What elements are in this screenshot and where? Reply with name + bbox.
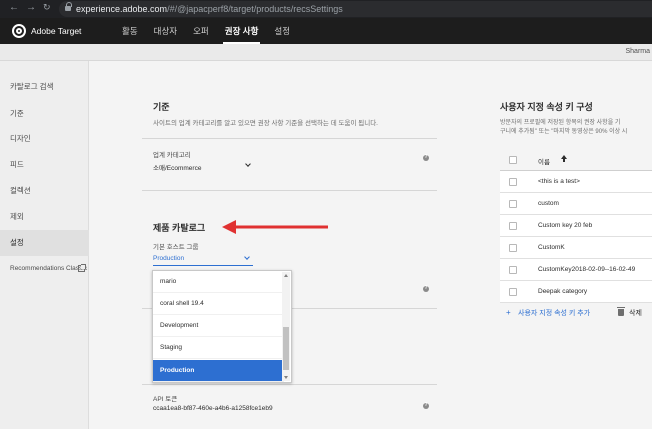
default-host-group-select[interactable]: Production bbox=[153, 255, 184, 262]
sidebar-item-catalog-search[interactable]: 카탈로그 검색 bbox=[0, 75, 89, 99]
sidebar-item-collections[interactable]: 컬렉션 bbox=[0, 179, 89, 203]
external-link-icon bbox=[78, 264, 86, 272]
reload-icon[interactable]: ↻ bbox=[43, 2, 51, 13]
sort-arrow-up-icon[interactable] bbox=[561, 155, 567, 163]
left-sidebar: 카탈로그 검색 기준 디자인 피드 컬렉션 제외 설정 Recommendati… bbox=[0, 61, 89, 429]
column-name-header[interactable]: 이름 bbox=[538, 156, 550, 166]
api-token-label: API 토큰 bbox=[153, 396, 178, 403]
table-row[interactable]: <this is a test> bbox=[500, 171, 652, 193]
url-host: experience.adobe.com bbox=[76, 4, 168, 14]
plus-icon[interactable]: + bbox=[506, 308, 511, 317]
back-arrow-icon[interactable]: ← bbox=[9, 2, 19, 13]
dropdown-option[interactable]: Staging bbox=[153, 337, 283, 359]
url-text: experience.adobe.com/#/@japacperf8/targe… bbox=[76, 4, 343, 14]
scroll-up-icon[interactable] bbox=[284, 274, 288, 277]
row-checkbox[interactable] bbox=[509, 222, 517, 230]
chevron-down-icon[interactable] bbox=[244, 254, 250, 260]
sidebar-item-recommendations-classic[interactable]: Recommendations Classic bbox=[0, 257, 89, 281]
divider bbox=[142, 190, 437, 191]
chevron-down-icon[interactable] bbox=[245, 161, 251, 167]
nav-recommendations[interactable]: 권장 사항 bbox=[217, 18, 267, 44]
custom-attributes-panel: 사용자 지정 속성 키 구성 방문자의 프로필에 저장된 항목의 권장 사항을 … bbox=[500, 62, 652, 429]
table-row[interactable]: CustomK bbox=[500, 237, 652, 259]
sidebar-item-exclusions[interactable]: 제외 bbox=[0, 205, 89, 229]
nav-offers[interactable]: 오퍼 bbox=[185, 18, 217, 44]
divider bbox=[142, 138, 437, 139]
default-host-group-label: 기본 호스트 그룹 bbox=[153, 244, 199, 251]
user-name[interactable]: Sharma bbox=[625, 48, 650, 55]
dropdown-option[interactable]: mario bbox=[153, 271, 283, 293]
table-row[interactable]: custom bbox=[500, 193, 652, 215]
brand-name: Adobe Target bbox=[31, 26, 82, 36]
api-token-value[interactable]: ccaa1ea8-bf87-460e-a4b6-a1258fce1eb9 bbox=[153, 405, 273, 412]
delete-button[interactable]: 삭제 bbox=[629, 308, 642, 318]
row-checkbox[interactable] bbox=[509, 288, 517, 296]
sidebar-item-feeds[interactable]: 피드 bbox=[0, 153, 89, 177]
row-name: Deepak category bbox=[538, 288, 588, 295]
table-row[interactable]: Deepak category bbox=[500, 281, 652, 303]
trash-icon[interactable] bbox=[617, 307, 625, 316]
help-icon[interactable] bbox=[423, 154, 429, 161]
scroll-down-icon[interactable] bbox=[284, 376, 288, 379]
address-bar[interactable]: experience.adobe.com/#/@japacperf8/targe… bbox=[59, 1, 652, 17]
dropdown-option[interactable]: coral shell 19.4 bbox=[153, 293, 283, 315]
row-name: CustomKey2018-02-09--16-02-49 bbox=[538, 266, 636, 273]
host-group-dropdown-list: mario coral shell 19.4 Development Stagi… bbox=[152, 270, 292, 383]
row-checkbox[interactable] bbox=[509, 200, 517, 208]
select-underline bbox=[153, 265, 253, 266]
sidebar-item-designs[interactable]: 디자인 bbox=[0, 127, 89, 151]
select-all-checkbox[interactable] bbox=[509, 156, 517, 164]
criteria-title: 기준 bbox=[153, 102, 170, 112]
custom-attributes-title: 사용자 지정 속성 키 구성 bbox=[500, 102, 593, 112]
table-header-row: 이름 bbox=[500, 149, 652, 171]
criteria-description: 사이트의 업계 카테고리를 알고 있으면 권장 사항 기준을 선택하는 데 도움… bbox=[153, 120, 378, 127]
custom-attributes-description-line2: 구니에 추가됨" 또는 "마지막 동영상은 90% 이상 시 bbox=[500, 129, 628, 135]
sidebar-item-criteria[interactable]: 기준 bbox=[0, 102, 89, 126]
lock-icon bbox=[65, 2, 72, 12]
dropdown-option-selected[interactable]: Production bbox=[153, 360, 284, 382]
row-name: custom bbox=[538, 200, 559, 207]
industry-category-label: 업계 카테고리 bbox=[153, 152, 191, 159]
row-checkbox[interactable] bbox=[509, 178, 517, 186]
forward-arrow-icon[interactable]: → bbox=[26, 2, 36, 13]
sidebar-item-settings[interactable]: 설정 bbox=[0, 230, 89, 256]
dropdown-option[interactable]: Development bbox=[153, 315, 283, 337]
row-checkbox[interactable] bbox=[509, 266, 517, 274]
nav-activities[interactable]: 활동 bbox=[114, 18, 146, 44]
dropdown-scrollbar[interactable] bbox=[282, 272, 290, 381]
add-custom-attribute-button[interactable]: 사용자 지정 속성 키 추가 bbox=[518, 308, 590, 318]
url-path: /#/@japacperf8/target/products/recsSetti… bbox=[167, 4, 343, 14]
workspace-bar: Sharma bbox=[0, 44, 652, 61]
nav-settings[interactable]: 설정 bbox=[266, 18, 298, 44]
product-catalog-title: 제품 카탈로그 bbox=[153, 223, 206, 233]
row-name: <this is a test> bbox=[538, 178, 580, 185]
app-header: Adobe Target 활동 대상자 오퍼 권장 사항 설정 bbox=[0, 18, 652, 44]
recommendations-classic-label: Recommendations Classic bbox=[10, 265, 87, 272]
table-row[interactable]: Custom key 20 feb bbox=[500, 215, 652, 237]
app-root: ← → ↻ experience.adobe.com/#/@japacperf8… bbox=[0, 0, 652, 429]
row-name: CustomK bbox=[538, 244, 565, 251]
adobe-target-logo-icon[interactable] bbox=[12, 24, 26, 38]
browser-toolbar: ← → ↻ experience.adobe.com/#/@japacperf8… bbox=[0, 0, 652, 18]
custom-attributes-description-line1: 방문자의 프로필에 저장된 항목의 권장 사항을 기 bbox=[500, 120, 621, 126]
annotation-arrow-icon bbox=[222, 220, 328, 234]
table-row[interactable]: CustomKey2018-02-09--16-02-49 bbox=[500, 259, 652, 281]
industry-category-select[interactable]: 소매/Ecommerce bbox=[153, 162, 201, 172]
row-checkbox[interactable] bbox=[509, 244, 517, 252]
divider bbox=[142, 384, 437, 385]
row-name: Custom key 20 feb bbox=[538, 222, 593, 229]
top-navigation: 활동 대상자 오퍼 권장 사항 설정 bbox=[114, 18, 298, 44]
scrollbar-thumb[interactable] bbox=[283, 327, 289, 370]
help-icon[interactable] bbox=[423, 402, 429, 409]
nav-audiences[interactable]: 대상자 bbox=[146, 18, 185, 44]
help-icon[interactable] bbox=[423, 285, 429, 292]
